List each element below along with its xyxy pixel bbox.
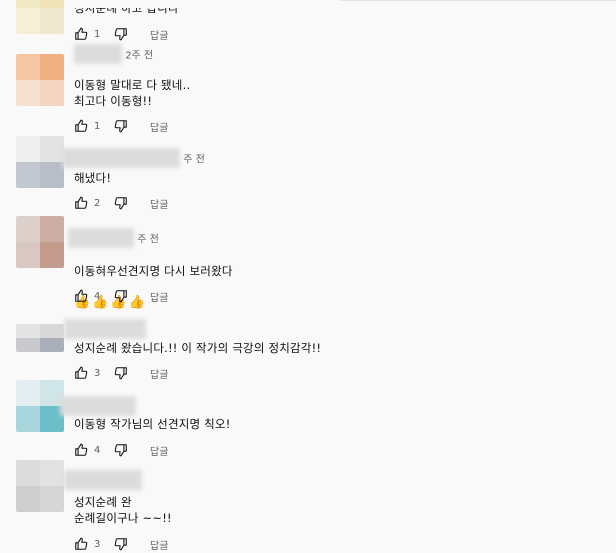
comment-text: 성지순례 왔습니다.!! 이 작가의 극강의 정치감각!! bbox=[74, 341, 322, 355]
avatar-tile bbox=[16, 380, 40, 406]
reply-button[interactable]: 답글 bbox=[150, 27, 168, 42]
thumbs-up-icon[interactable] bbox=[74, 289, 88, 303]
comment-meta: 주 전 bbox=[62, 148, 205, 168]
thumbs-down-icon[interactable] bbox=[114, 196, 128, 210]
comment-actions: 3 답글 bbox=[74, 366, 168, 381]
like-count: 4 bbox=[94, 290, 101, 302]
reply-button[interactable]: 답글 bbox=[150, 366, 168, 381]
thumbs-up-icon[interactable] bbox=[74, 537, 88, 551]
avatar-tile bbox=[16, 136, 40, 162]
thumbs-down-icon[interactable] bbox=[114, 366, 128, 380]
comment-actions: 1 답글 bbox=[74, 119, 168, 134]
comment-text: 이동형 작가님의 선견지명 칙오! bbox=[74, 417, 231, 431]
author-name-redacted bbox=[74, 44, 122, 64]
avatar-tile bbox=[16, 0, 40, 8]
thumbs-down-icon[interactable] bbox=[114, 289, 128, 303]
comment-time: 주 전 bbox=[183, 154, 205, 166]
avatar-tile bbox=[40, 8, 64, 34]
thumbs-up-icon[interactable] bbox=[74, 27, 88, 41]
like-count: 3 bbox=[94, 538, 101, 550]
reply-button[interactable]: 답글 bbox=[150, 119, 168, 134]
avatar-tile bbox=[16, 8, 40, 34]
avatar-tile bbox=[40, 136, 64, 162]
avatar-tile bbox=[40, 338, 64, 352]
author-name-redacted bbox=[64, 319, 146, 339]
comment-text-line: 이동혀우선견지명 다시 보러왔다 bbox=[74, 264, 233, 278]
comment-meta bbox=[64, 470, 142, 490]
avatar-tile bbox=[40, 324, 64, 338]
avatar-tile bbox=[40, 242, 64, 268]
like-count: 1 bbox=[94, 28, 101, 40]
top-divider bbox=[340, 0, 616, 1]
comment-meta: 2주 전 bbox=[74, 44, 153, 64]
comment-text: 성지순례 완 순례길이구나 ~~!! bbox=[74, 495, 172, 525]
avatar-tile bbox=[40, 460, 64, 486]
avatar[interactable] bbox=[16, 460, 64, 512]
avatar-tile bbox=[16, 216, 40, 242]
avatar-tile bbox=[16, 54, 40, 80]
comment-text: 이동형 말대로 다 됐네.. 최고다 이동형!! bbox=[74, 78, 191, 108]
comment-text: 이동혀우선견지명 다시 보러왔다 👍👍👍👍 bbox=[74, 247, 233, 327]
thumbs-down-icon[interactable] bbox=[114, 27, 128, 41]
avatar[interactable] bbox=[16, 324, 64, 352]
avatar[interactable] bbox=[16, 54, 64, 106]
comment-meta bbox=[64, 319, 146, 339]
avatar[interactable] bbox=[16, 380, 64, 432]
author-name-redacted bbox=[60, 396, 136, 416]
avatar-tile bbox=[16, 242, 40, 268]
avatar[interactable] bbox=[16, 216, 64, 268]
reply-button[interactable]: 답글 bbox=[150, 443, 168, 458]
avatar-tile bbox=[16, 338, 40, 352]
author-name-redacted bbox=[62, 148, 180, 168]
avatar-tile bbox=[16, 324, 40, 338]
avatar-tile bbox=[40, 486, 64, 512]
comment-text: 성지순례 하고 갑니다 bbox=[74, 1, 179, 15]
avatar[interactable] bbox=[16, 136, 64, 188]
avatar-tile bbox=[40, 54, 64, 80]
thumbs-down-icon[interactable] bbox=[114, 537, 128, 551]
thumbs-down-icon[interactable] bbox=[114, 119, 128, 133]
reply-button[interactable]: 답글 bbox=[150, 289, 168, 304]
avatar-tile bbox=[40, 216, 64, 242]
avatar-tile bbox=[16, 460, 40, 486]
comment-time: 주 전 bbox=[137, 234, 159, 246]
comment-time: 2주 전 bbox=[125, 50, 154, 62]
avatar-tile bbox=[40, 80, 64, 106]
author-name-redacted bbox=[68, 228, 134, 248]
avatar[interactable] bbox=[16, 0, 64, 34]
like-count: 1 bbox=[94, 120, 101, 132]
thumbs-down-icon[interactable] bbox=[114, 443, 128, 457]
avatar-tile bbox=[40, 162, 64, 188]
avatar-tile bbox=[40, 0, 64, 8]
comment-meta bbox=[60, 396, 136, 416]
thumbs-up-icon[interactable] bbox=[74, 443, 88, 457]
reply-button[interactable]: 답글 bbox=[150, 537, 168, 552]
author-name-redacted bbox=[64, 470, 142, 490]
comment-actions: 2 답글 bbox=[74, 196, 168, 211]
avatar-tile bbox=[16, 406, 40, 432]
like-count: 2 bbox=[94, 197, 101, 209]
comment-actions: 1 답글 bbox=[74, 27, 168, 42]
like-count: 3 bbox=[94, 367, 101, 379]
comment-meta: 주 전 bbox=[68, 228, 159, 248]
avatar-tile bbox=[16, 80, 40, 106]
avatar-tile bbox=[16, 486, 40, 512]
like-count: 4 bbox=[94, 444, 101, 456]
reply-button[interactable]: 답글 bbox=[150, 196, 168, 211]
avatar-tile bbox=[16, 162, 40, 188]
comment-actions: 3 답글 bbox=[74, 537, 168, 552]
comment-text: 해냈다! bbox=[74, 171, 112, 185]
comment-actions: 4 답글 bbox=[74, 443, 168, 458]
thumbs-up-icon[interactable] bbox=[74, 196, 88, 210]
comment-actions: 4 답글 bbox=[74, 289, 168, 304]
thumbs-up-icon[interactable] bbox=[74, 119, 88, 133]
thumbs-up-icon[interactable] bbox=[74, 366, 88, 380]
